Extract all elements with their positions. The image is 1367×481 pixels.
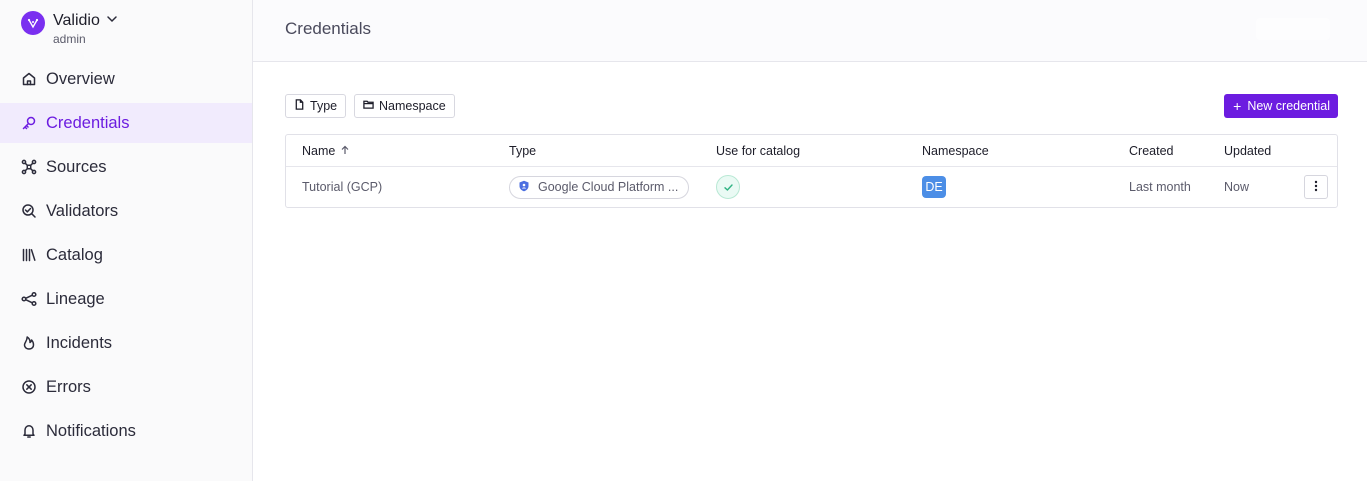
cell-type: Google Cloud Platform ...: [509, 167, 690, 207]
main-content: Credentials Type Namespace + New credent…: [253, 0, 1367, 481]
bell-icon: [21, 423, 37, 439]
sort-ascending-icon: [340, 144, 350, 158]
sidebar-item-label: Lineage: [46, 289, 105, 308]
column-header-namespace[interactable]: Namespace: [922, 144, 989, 158]
flame-icon: [21, 335, 37, 351]
workspace-switcher[interactable]: Validio admin: [21, 10, 118, 46]
folder-icon: [363, 99, 374, 113]
sidebar-item-label: Catalog: [46, 245, 103, 264]
filter-namespace-button[interactable]: Namespace: [354, 94, 455, 118]
sidebar-item-errors[interactable]: Errors: [0, 367, 252, 407]
column-header-created[interactable]: Created: [1129, 144, 1173, 158]
column-header-label: Name: [302, 144, 336, 158]
sidebar-item-credentials[interactable]: Credentials: [0, 103, 252, 143]
validio-logo-icon: [21, 11, 45, 35]
new-credential-label: New credential: [1247, 99, 1330, 113]
cell-name[interactable]: Tutorial (GCP): [302, 167, 382, 207]
table-header: Name Type Use for catalog Namespace Crea…: [286, 135, 1337, 167]
lineage-icon: [21, 291, 37, 307]
sources-icon: [21, 159, 37, 175]
header-placeholder: [1256, 18, 1330, 40]
credentials-table: Name Type Use for catalog Namespace Crea…: [285, 134, 1338, 208]
sidebar-item-validators[interactable]: Validators: [0, 191, 252, 231]
page-title: Credentials: [285, 19, 371, 38]
cell-created: Last month: [1129, 180, 1191, 194]
chevron-down-icon: [106, 12, 118, 30]
column-header-label: Namespace: [922, 144, 989, 158]
cell-namespace: DE: [922, 167, 946, 207]
validators-icon: [21, 203, 37, 219]
sidebar-item-label: Incidents: [46, 333, 113, 352]
column-header-updated[interactable]: Updated: [1224, 144, 1271, 158]
more-vertical-icon: [1314, 180, 1318, 195]
column-header-label: Use for catalog: [716, 144, 801, 158]
key-icon: [21, 115, 37, 131]
filter-type-button[interactable]: Type: [285, 94, 347, 118]
column-header-use-for-catalog[interactable]: Use for catalog: [716, 144, 800, 158]
column-header-label: Updated: [1224, 144, 1272, 158]
sidebar-item-sources[interactable]: Sources: [0, 147, 252, 187]
plus-icon: +: [1233, 98, 1242, 114]
home-icon: [21, 71, 37, 87]
table-row[interactable]: Tutorial (GCP) Google Cloud Platform ...…: [286, 167, 1337, 207]
file-icon: [294, 99, 305, 113]
sidebar-item-label: Overview: [46, 69, 115, 88]
column-header-type[interactable]: Type: [509, 144, 536, 158]
type-chip: Google Cloud Platform ...: [509, 175, 690, 199]
filter-namespace-label: Namespace: [379, 99, 446, 113]
sidebar-nav: Overview Credentials Sources Validators …: [0, 59, 252, 455]
sidebar-item-incidents[interactable]: Incidents: [0, 323, 252, 363]
sidebar-item-label: Credentials: [46, 113, 130, 132]
column-header-label: Created: [1129, 144, 1174, 158]
namespace-badge: DE: [922, 176, 946, 198]
sidebar-item-lineage[interactable]: Lineage: [0, 279, 252, 319]
cell-use-for-catalog: [716, 167, 740, 207]
sidebar-item-label: Sources: [46, 157, 107, 176]
sidebar-item-label: Notifications: [46, 421, 136, 440]
column-header-label: Type: [509, 144, 537, 158]
cell-updated: Now: [1224, 180, 1250, 194]
catalog-icon: [21, 247, 37, 263]
page-header: Credentials: [253, 0, 1367, 62]
check-icon: [716, 175, 740, 199]
sidebar-item-overview[interactable]: Overview: [0, 59, 252, 99]
filter-type-label: Type: [310, 99, 338, 113]
sidebar-item-catalog[interactable]: Catalog: [0, 235, 252, 275]
gcp-shield-icon: [518, 180, 530, 195]
type-chip-label: Google Cloud Platform ...: [538, 180, 679, 194]
sidebar-item-label: Validators: [46, 201, 119, 220]
workspace-name: Validio: [53, 12, 100, 29]
sidebar-item-notifications[interactable]: Notifications: [0, 411, 252, 451]
new-credential-button[interactable]: + New credential: [1224, 94, 1338, 118]
workspace-role: admin: [53, 32, 86, 46]
row-actions-button[interactable]: [1304, 175, 1328, 199]
sidebar: Validio admin Overview Credentials Sourc…: [0, 0, 253, 481]
sidebar-item-label: Errors: [46, 377, 91, 396]
column-header-name[interactable]: Name: [302, 144, 350, 158]
x-circle-icon: [21, 379, 37, 395]
toolbar: Type Namespace + New credential: [285, 94, 1338, 118]
